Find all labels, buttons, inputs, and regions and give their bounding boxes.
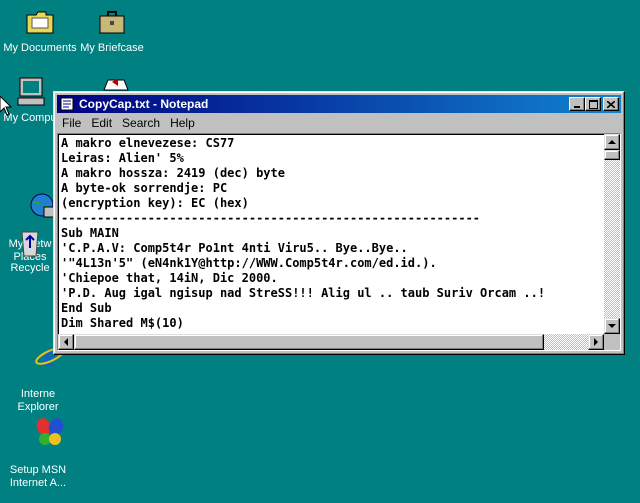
horizontal-scrollbar[interactable]: [58, 334, 604, 350]
desktop-icon-label: My Briefcase: [80, 42, 144, 54]
vertical-scrollbar[interactable]: [604, 134, 620, 334]
scroll-up-button[interactable]: [604, 134, 620, 150]
desktop-icon-my-documents[interactable]: My Documents: [0, 6, 80, 55]
notepad-window: CopyCap.txt - Notepad File Edit Search H…: [53, 91, 625, 355]
menu-file[interactable]: File: [57, 116, 86, 130]
desktop-icon-label: My Documents: [3, 42, 77, 54]
briefcase-icon: [96, 6, 128, 38]
arrow-up-icon: [608, 140, 616, 144]
internet-explorer-icon: e: [22, 326, 65, 373]
menu-edit[interactable]: Edit: [86, 116, 117, 130]
desktop-icon-recycle-bin[interactable]: Recycle: [0, 226, 60, 275]
window-title: CopyCap.txt - Notepad: [79, 97, 209, 111]
title-bar[interactable]: CopyCap.txt - Notepad: [57, 95, 621, 113]
desktop-icon-label: Setup MSN Internet A...: [9, 464, 67, 489]
arrow-down-icon: [608, 324, 616, 328]
desktop-icon-setup-msn[interactable]: Setup MSN Internet A...: [0, 376, 76, 503]
recycle-bin-icon: [14, 226, 46, 258]
horizontal-scroll-thumb[interactable]: [74, 334, 544, 350]
text-editor[interactable]: A makro elnevezese: CS77 Leiras: Alien' …: [57, 133, 621, 351]
minimize-icon: [574, 106, 580, 108]
desktop-icon-label: Recycle: [10, 262, 50, 274]
vertical-scroll-thumb[interactable]: [604, 150, 620, 160]
folder-icon: [24, 6, 56, 38]
computer-icon: [14, 76, 46, 108]
arrow-left-icon: [64, 338, 68, 346]
network-icon: [14, 176, 57, 218]
maximize-icon: [588, 99, 598, 109]
menu-search[interactable]: Search: [117, 116, 165, 130]
scroll-left-button[interactable]: [58, 334, 74, 350]
minimize-button[interactable]: [569, 97, 585, 111]
desktop-icon-my-briefcase[interactable]: My Briefcase: [72, 6, 152, 55]
maximize-button[interactable]: [585, 97, 601, 111]
close-button[interactable]: [603, 97, 619, 111]
notepad-icon: [60, 97, 74, 111]
editor-content[interactable]: A makro elnevezese: CS77 Leiras: Alien' …: [61, 136, 600, 331]
scrollbar-corner: [604, 334, 620, 350]
close-icon: [607, 100, 615, 108]
arrow-right-icon: [594, 338, 598, 346]
mouse-cursor-icon: [0, 96, 12, 116]
msn-butterfly-icon: [22, 402, 64, 445]
scroll-right-button[interactable]: [588, 334, 604, 350]
menu-help[interactable]: Help: [165, 116, 200, 130]
menu-bar: File Edit Search Help: [57, 114, 621, 132]
scroll-down-button[interactable]: [604, 318, 620, 334]
